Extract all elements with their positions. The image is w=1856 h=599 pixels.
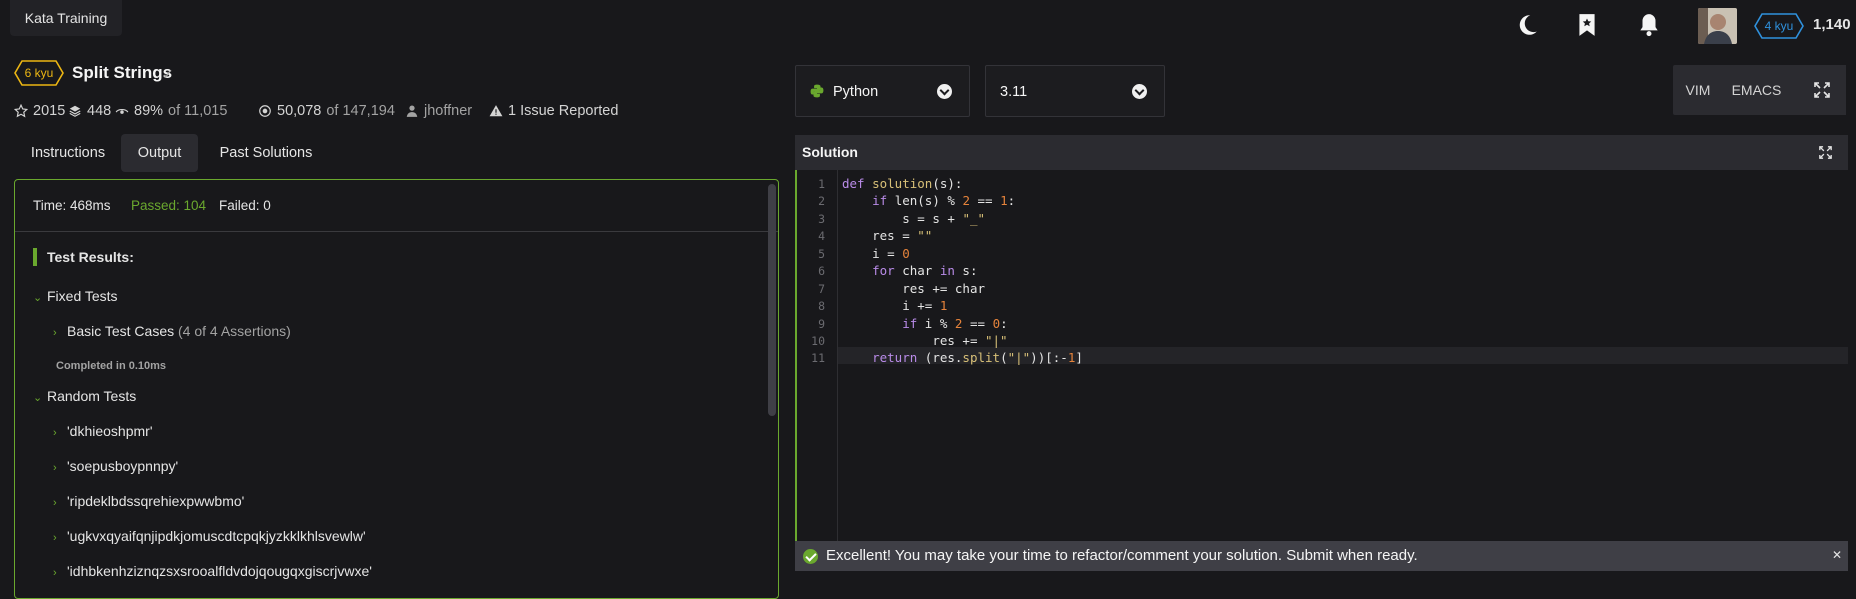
expand-icon (1814, 82, 1830, 98)
moon-icon[interactable] (1514, 12, 1540, 38)
completed-time: Completed in 0.10ms (56, 360, 167, 372)
line-number-gutter: 1 2 3 4 5 6 7 8 9 10 11 (797, 170, 838, 541)
code-line: res = "" (872, 228, 933, 243)
test-summary: Time: 468ms Passed: 104 Failed: 0 (15, 180, 778, 232)
code-line: s = s + "_" (902, 211, 986, 226)
passed-count: Passed: 104 (131, 198, 207, 213)
chevron-right-icon: › (53, 327, 57, 339)
star-icon (14, 104, 28, 118)
collections-stat[interactable]: 448 (68, 103, 111, 119)
tab-instructions[interactable]: Instructions (14, 134, 122, 172)
bell-icon[interactable] (1636, 12, 1662, 38)
line-number: 1 (818, 177, 825, 191)
stars-stat[interactable]: 2015 (14, 103, 65, 119)
code-line: return (res.split("|"))[:-1] (872, 350, 1083, 365)
line-number: 2 (818, 194, 825, 208)
python-icon (810, 84, 824, 98)
chevron-right-icon: › (53, 462, 57, 474)
time-label: Time: 468ms (33, 198, 111, 213)
code-line: res += char (902, 281, 986, 296)
honor-count[interactable]: 1,140 (1813, 16, 1851, 33)
code-line: if i % 2 == 0: (902, 316, 1008, 331)
chevron-down-icon: ⌄ (33, 392, 43, 404)
target-icon (259, 105, 271, 117)
title-check-icon: ✓ (162, 66, 174, 82)
user-rank-label: 4 kyu (1764, 19, 1794, 33)
kata-rank-label: 6 kyu (24, 66, 54, 80)
random-test-item[interactable]: ›'soepusboypnnpy' (53, 458, 178, 474)
tab-past-solutions[interactable]: Past Solutions (200, 134, 332, 172)
code-line: if len(s) % 2 == 1: (872, 193, 1016, 208)
chevron-right-icon: › (53, 497, 57, 509)
code-line: def solution(s): (842, 176, 963, 191)
success-notification: Excellent! You may take your time to ref… (795, 541, 1848, 571)
language-label: Python (833, 84, 879, 100)
close-icon[interactable]: ✕ (1832, 541, 1842, 569)
random-test-item[interactable]: ›'ugkvxqyaifqnjipdkjomuscdtcpqkjyzkklkhl… (53, 528, 366, 544)
user-rank-badge[interactable]: 4 kyu (1754, 13, 1804, 39)
kata-rank-badge: 6 kyu (14, 60, 64, 86)
expand-icon[interactable] (1819, 146, 1832, 159)
chevron-right-icon: › (53, 567, 57, 579)
author-stat[interactable]: jhoffner (405, 103, 472, 119)
chevron-right-icon: › (53, 532, 57, 544)
output-panel[interactable]: Time: 468ms Passed: 104 Failed: 0 Test R… (14, 179, 779, 599)
tab-output[interactable]: Output (121, 134, 198, 172)
line-number: 11 (811, 351, 825, 365)
success-message: Excellent! You may take your time to ref… (826, 547, 1418, 564)
random-test-item[interactable]: ›'ripdeklbdssqrehiexpwwbmo' (53, 493, 244, 509)
satisfaction-stat: 89% of 11,015 (115, 103, 227, 119)
avatar[interactable] (1698, 8, 1737, 44)
line-number: 5 (818, 247, 825, 261)
basic-test-cases[interactable]: › Basic Test Cases (4 of 4 Assertions) (53, 323, 291, 339)
top-bar: Kata Training 4 kyu 1,140 (0, 0, 1856, 48)
random-test-item[interactable]: ›'dkhieoshpmr' (53, 423, 153, 439)
fullscreen-button[interactable] (1798, 65, 1846, 115)
kata-training-tab[interactable]: Kata Training (10, 0, 122, 36)
line-number: 10 (811, 334, 825, 348)
chevron-down-icon: ⌄ (33, 292, 43, 304)
line-number: 9 (818, 317, 825, 331)
code-line: i = 0 (872, 246, 910, 261)
chevron-right-icon: › (53, 427, 57, 439)
line-number: 3 (818, 212, 825, 226)
check-circle-icon (803, 549, 818, 564)
warning-icon (489, 105, 503, 117)
issues-stat[interactable]: 1 Issue Reported (489, 103, 618, 119)
emacs-button[interactable]: EMACS (1723, 65, 1790, 115)
user-icon (406, 105, 418, 117)
random-tests-group[interactable]: ⌄ Random Tests (33, 388, 136, 404)
eye-icon (115, 108, 129, 114)
code-line: i += 1 (902, 298, 948, 313)
failed-count: Failed: 0 (219, 198, 271, 213)
kata-title[interactable]: Split Strings (72, 63, 172, 83)
layers-icon (69, 105, 81, 117)
vim-button[interactable]: VIM (1673, 65, 1723, 115)
line-number: 7 (818, 282, 825, 296)
solution-header: Solution (795, 135, 1848, 170)
chevron-down-icon (937, 84, 952, 99)
completed-stat: 50,078 of 147,194 (258, 103, 395, 119)
bookmark-icon[interactable] (1574, 12, 1600, 38)
code-line: for char in s: (872, 263, 978, 278)
code-editor[interactable]: 1 2 3 4 5 6 7 8 9 10 11 def solution(s):… (795, 170, 1848, 541)
chevron-down-icon (1132, 84, 1147, 99)
line-number: 6 (818, 264, 825, 278)
fixed-tests-group[interactable]: ⌄ Fixed Tests (33, 288, 118, 304)
line-number: 8 (818, 299, 825, 313)
language-select[interactable]: Python (795, 65, 970, 117)
version-label: 3.11 (1000, 84, 1028, 100)
test-results-header: Test Results: (33, 248, 134, 266)
output-scrollbar[interactable] (768, 184, 776, 416)
version-select[interactable]: 3.11 (985, 65, 1165, 117)
line-number: 4 (818, 229, 825, 243)
random-test-item[interactable]: ›'idhbkenhziznqzsxsrooalfldvdojqougqxgis… (53, 563, 372, 579)
solution-title: Solution (802, 144, 858, 160)
code-line: res += "|" (932, 333, 1008, 348)
